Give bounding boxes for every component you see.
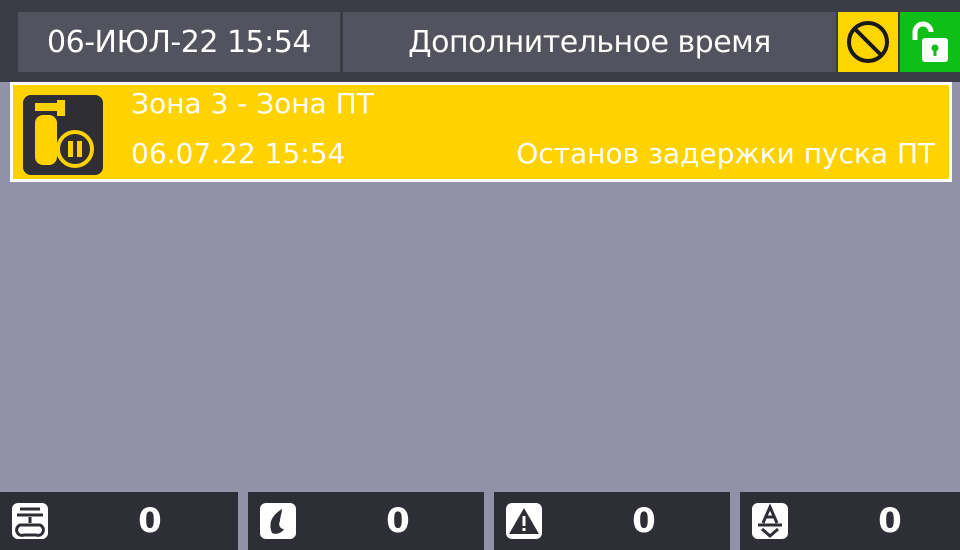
counter-fire[interactable]: 0	[248, 492, 484, 550]
counters-bar: 0 0 0 0	[0, 492, 960, 550]
event-zone: Зона 3 - Зона ПТ	[131, 87, 374, 120]
counter-value: 0	[632, 501, 656, 541]
warning-icon	[500, 497, 548, 545]
disabled-icon[interactable]	[838, 12, 898, 72]
fire-detector-icon	[6, 497, 54, 545]
counter-value: 0	[138, 501, 162, 541]
extinguisher-pause-icon	[23, 95, 103, 175]
counter-warning[interactable]: 0	[494, 492, 730, 550]
event-time: 06.07.22 15:54	[131, 137, 346, 170]
fire-flame-icon	[254, 497, 302, 545]
unlocked-icon[interactable]	[900, 12, 960, 72]
counter-fire-detector[interactable]: 0	[0, 492, 238, 550]
status-icons	[838, 12, 960, 72]
datetime-display: 06-ИЮЛ-22 15:54	[18, 12, 340, 72]
event-row[interactable]: Зона 3 - Зона ПТ 06.07.22 15:54 Останов …	[10, 82, 952, 182]
counter-value: 0	[386, 501, 410, 541]
header-bar: 06-ИЮЛ-22 15:54 Дополнительное время	[0, 0, 960, 82]
counter-service[interactable]: 0	[740, 492, 960, 550]
mode-title: Дополнительное время	[343, 12, 836, 72]
event-description: Останов задержки пуска ПТ	[516, 137, 935, 170]
service-icon	[746, 497, 794, 545]
counter-value: 0	[878, 501, 902, 541]
